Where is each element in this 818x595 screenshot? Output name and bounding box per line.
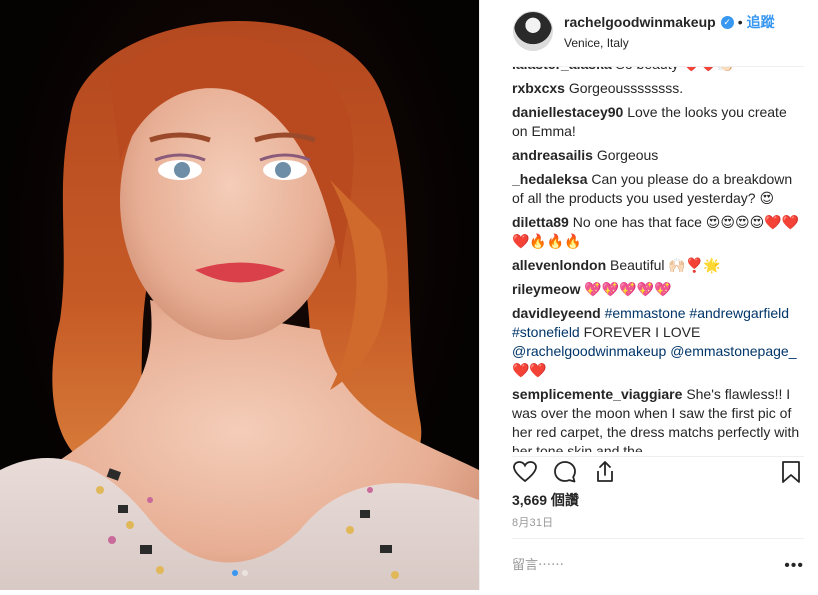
comment-item: allevenlondon Beautiful 🙌🏻❣️🌟 bbox=[512, 256, 804, 275]
add-comment-bar: ••• bbox=[512, 538, 804, 590]
comment-username[interactable]: allevenlondon bbox=[512, 257, 606, 273]
comment-hashtag-link[interactable]: #emmastone bbox=[605, 305, 686, 321]
follow-button[interactable]: 追蹤 bbox=[747, 12, 775, 32]
comment-username[interactable]: lalaster_alaska bbox=[512, 67, 612, 72]
comments-list[interactable]: lalaster_alaska So beauty ❤️❤️👏🏻 rxbxcxs … bbox=[512, 66, 804, 452]
comment-username[interactable]: andreasailis bbox=[512, 147, 593, 163]
comment-item: _hedaleksa Can you please do a breakdown… bbox=[512, 170, 804, 208]
header-text: rachelgoodwinmakeup ✓ • 追蹤 Venice, Italy bbox=[564, 12, 775, 50]
comment-text: 💖💖💖💖💖 bbox=[584, 281, 672, 297]
comment-text: Beautiful 🙌🏻❣️🌟 bbox=[610, 257, 721, 273]
comment-hashtag-link[interactable]: @rachelgoodwinmakeup bbox=[512, 343, 666, 359]
comment-item: daniellestacey90 Love the looks you crea… bbox=[512, 103, 804, 141]
share-icon[interactable] bbox=[592, 459, 618, 485]
more-options-icon[interactable]: ••• bbox=[784, 557, 804, 575]
comment-hashtag-link[interactable]: #andrewgarfield bbox=[689, 305, 789, 321]
comment-username[interactable]: davidleyeend bbox=[512, 305, 601, 321]
comment-item: diletta89 No one has that face 😍😍😍😍❤️❤️❤… bbox=[512, 213, 804, 251]
comment-item: andreasailis Gorgeous bbox=[512, 146, 804, 165]
comment-text: Gorgeous bbox=[596, 147, 659, 163]
portrait-photo bbox=[0, 20, 479, 590]
username-link[interactable]: rachelgoodwinmakeup bbox=[564, 14, 716, 30]
comment-text: Gorgeoussssssss. bbox=[568, 80, 684, 96]
post-header: rachelgoodwinmakeup ✓ • 追蹤 Venice, Italy bbox=[480, 0, 818, 62]
comment-username[interactable]: semplicemente_viaggiare bbox=[512, 386, 682, 402]
separator-dot: • bbox=[737, 14, 743, 30]
action-bar bbox=[512, 456, 804, 484]
comment-text: FOREVER I LOVE bbox=[579, 324, 701, 340]
carousel-dot[interactable] bbox=[231, 570, 238, 576]
comment-item: semplicemente_viaggiare She's flawless!!… bbox=[512, 385, 804, 452]
comment-item: rileymeow 💖💖💖💖💖 bbox=[512, 280, 804, 299]
comment-hashtag-link[interactable]: @emmastonepage_ bbox=[670, 343, 796, 359]
comment-username[interactable]: daniellestacey90 bbox=[512, 104, 623, 120]
like-count[interactable]: 3,669 個讚 bbox=[512, 490, 579, 510]
heart-icon[interactable] bbox=[512, 459, 538, 485]
post-image[interactable] bbox=[0, 0, 479, 590]
user-row: rachelgoodwinmakeup ✓ • 追蹤 bbox=[564, 12, 775, 32]
comment-text: ❤️❤️ bbox=[512, 362, 547, 378]
verified-badge-icon: ✓ bbox=[720, 15, 734, 29]
comment-item: davidleyeend #emmastone #andrewgarfield … bbox=[512, 304, 804, 380]
comment-text: So beauty ❤️❤️👏🏻 bbox=[616, 67, 735, 72]
carousel-dot[interactable] bbox=[241, 570, 248, 576]
comment-item: lalaster_alaska So beauty ❤️❤️👏🏻 bbox=[512, 67, 804, 74]
comment-item: rxbxcxs Gorgeoussssssss. bbox=[512, 79, 804, 98]
bookmark-icon[interactable] bbox=[778, 459, 804, 485]
comment-username[interactable]: rxbxcxs bbox=[512, 80, 565, 96]
comment-input[interactable] bbox=[512, 557, 762, 572]
avatar[interactable] bbox=[513, 11, 553, 51]
post-details-panel: rachelgoodwinmakeup ✓ • 追蹤 Venice, Italy… bbox=[479, 0, 818, 590]
comment-icon[interactable] bbox=[552, 459, 578, 485]
comment-username[interactable]: _hedaleksa bbox=[512, 171, 588, 187]
comment-hashtag-link[interactable]: #stonefield bbox=[512, 324, 580, 340]
post-date[interactable]: 8月31日 bbox=[512, 514, 553, 530]
carousel-indicator bbox=[0, 570, 479, 576]
location-link[interactable]: Venice, Italy bbox=[564, 36, 775, 50]
comment-username[interactable]: rileymeow bbox=[512, 281, 580, 297]
comments-scroll: lalaster_alaska So beauty ❤️❤️👏🏻 rxbxcxs … bbox=[512, 67, 804, 452]
comment-username[interactable]: diletta89 bbox=[512, 214, 569, 230]
